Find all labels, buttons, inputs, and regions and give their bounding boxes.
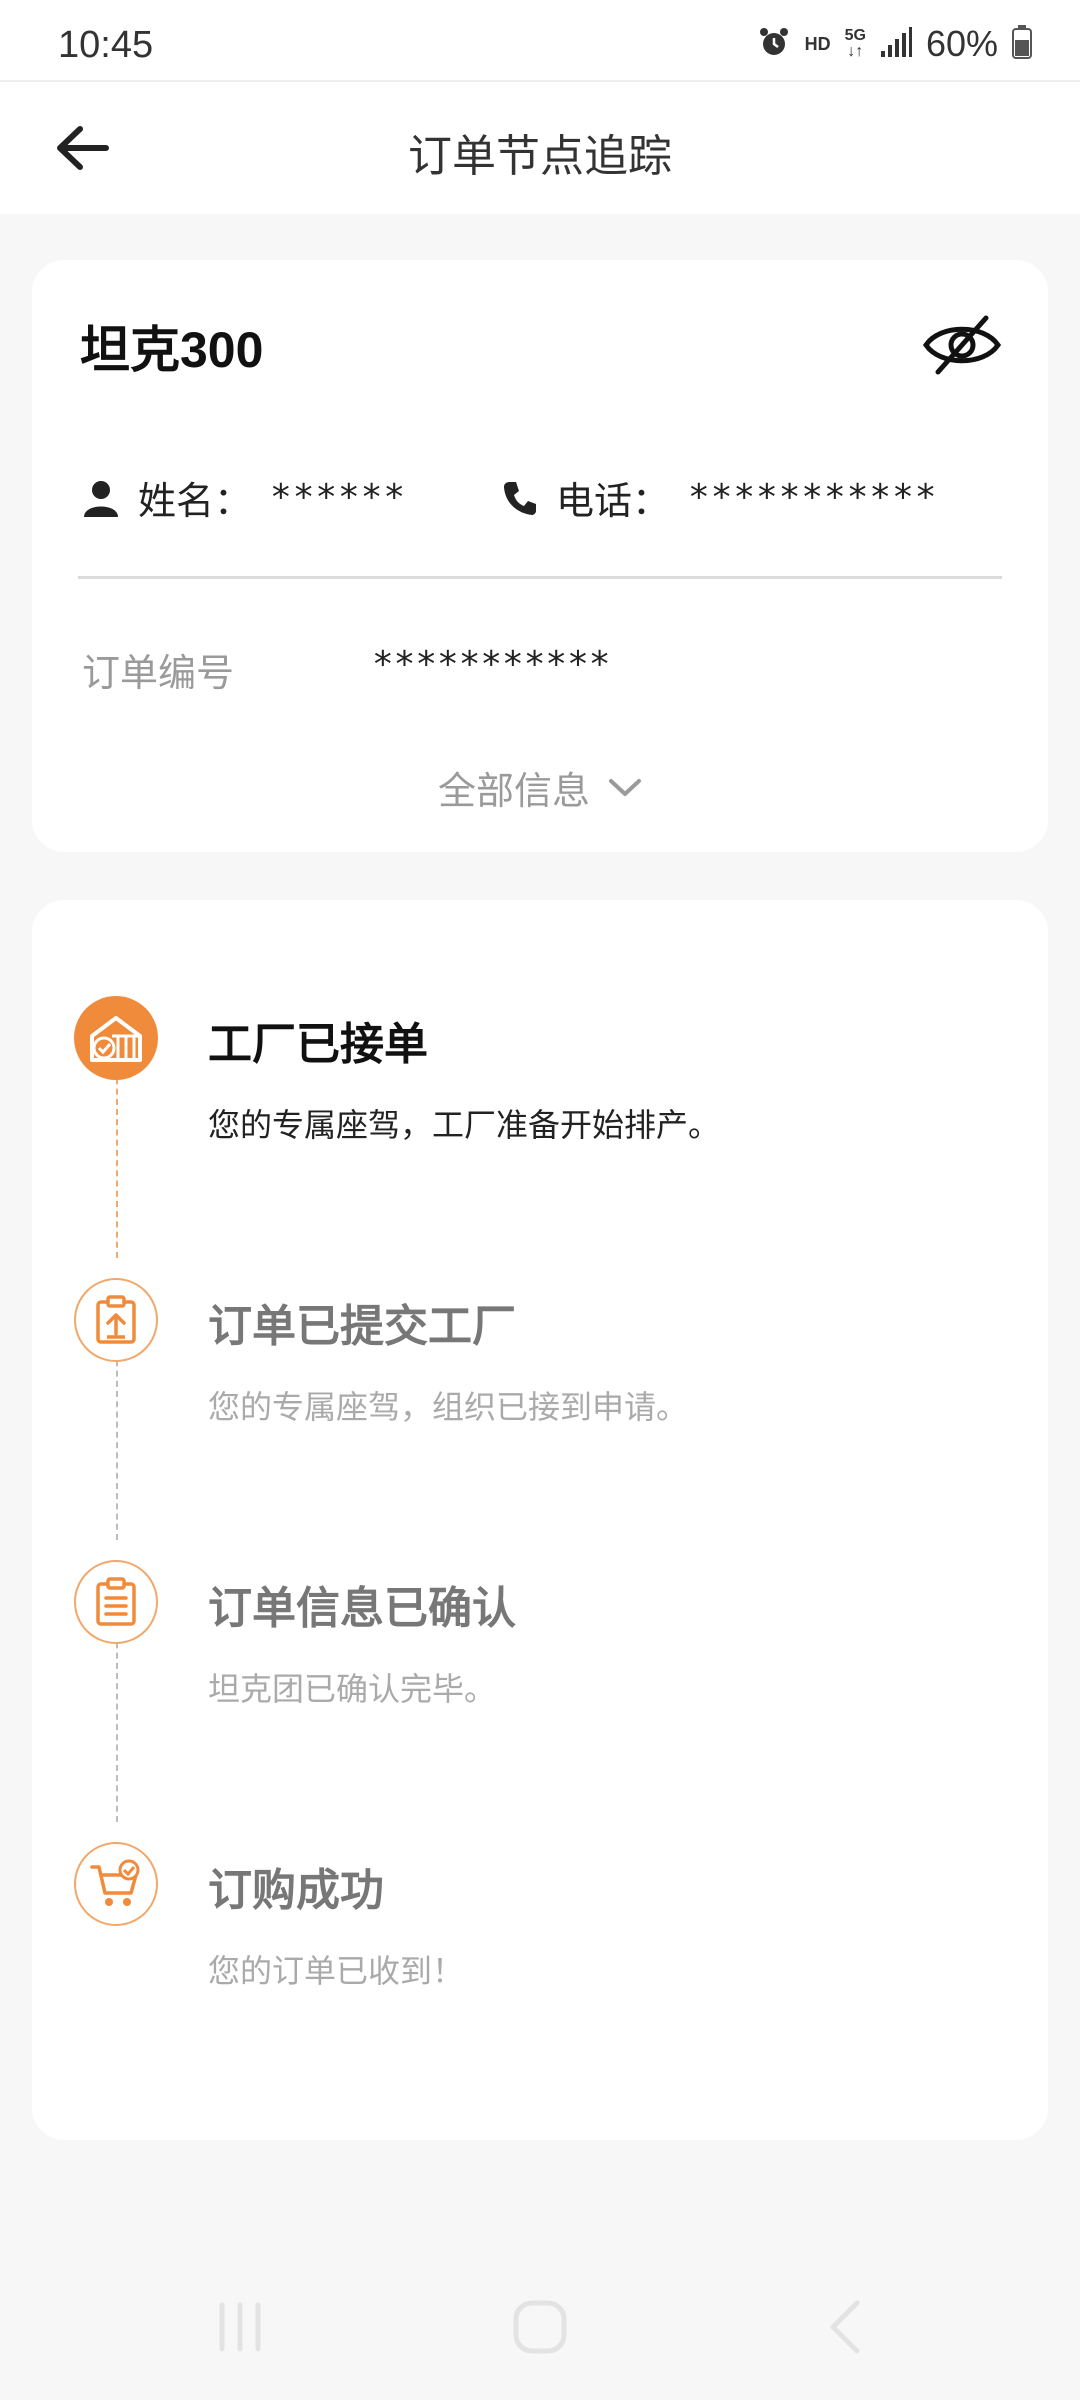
home-button[interactable] [500, 2292, 580, 2362]
home-icon [513, 2300, 567, 2354]
order-timeline-card: 工厂已接单 您的专属座驾，工厂准备开始排产。 订单已提交工厂 您的专属座驾，组织… [32, 900, 1048, 2140]
cart-check-icon [74, 1842, 158, 1926]
person-icon [84, 480, 118, 517]
step-description: 您的专属座驾，组织已接到申请。 [208, 1388, 689, 1426]
step-description: 坦克团已确认完毕。 [208, 1670, 497, 1708]
clipboard-upload-icon [74, 1278, 158, 1362]
show-all-info-label: 全部信息 [437, 769, 590, 813]
chevron-down-icon [609, 778, 641, 796]
status-bar: 10:45 HD 5G ↓↑ 60% [0, 0, 1080, 82]
phone-value: *********** [688, 477, 938, 518]
battery-icon [1012, 24, 1032, 64]
network-indicator: 5G ↓↑ [844, 27, 866, 60]
system-nav-bar [0, 2250, 1080, 2400]
step-description: 您的专属座驾，工厂准备开始排产。 [208, 1106, 721, 1144]
name-value: ****** [270, 477, 407, 518]
step-title: 订单已提交工厂 [208, 1301, 516, 1352]
phone-label: 电话： [556, 479, 671, 523]
app-header: 订单节点追踪 [0, 82, 1080, 214]
network-label: 5G [844, 27, 866, 44]
divider [78, 576, 1002, 579]
step-title: 工厂已接单 [208, 1019, 428, 1070]
contact-row: 姓名： ****** 电话： *********** [82, 470, 1002, 530]
order-info-card: 坦克300 姓名： ****** 电话： *********** 订单编号 **… [32, 260, 1048, 852]
order-number-value: *********** [372, 644, 611, 685]
recent-apps-button[interactable] [200, 2292, 280, 2362]
back-chevron-icon [830, 2300, 860, 2354]
battery-percent: 60% [925, 23, 998, 64]
model-name: 坦克300 [80, 322, 264, 378]
step-title: 订购成功 [208, 1865, 384, 1916]
timeline-step: 订单已提交工厂 您的专属座驾，组织已接到申请。 [32, 1278, 1048, 1478]
factory-check-icon [74, 996, 158, 1080]
toggle-visibility-button[interactable] [920, 312, 1004, 378]
page-title: 订单节点追踪 [408, 131, 672, 182]
status-icons: HD 5G ↓↑ 60% [757, 23, 1032, 64]
step-description: 您的订单已收到！ [208, 1952, 465, 1990]
step-title: 订单信息已确认 [208, 1583, 516, 1634]
status-time: 10:45 [58, 24, 154, 66]
timeline-step: 订购成功 您的订单已收到！ [32, 1842, 1048, 2042]
timeline-step: 订单信息已确认 坦克团已确认完毕。 [32, 1560, 1048, 1760]
hd-indicator: HD [804, 33, 831, 54]
name-label: 姓名： [138, 479, 253, 523]
recent-apps-icon [219, 2302, 261, 2352]
order-number-label: 订单编号 [82, 651, 235, 695]
clipboard-list-icon [74, 1560, 158, 1644]
customer-phone: 电话： *********** [502, 470, 937, 525]
show-all-info-button[interactable]: 全部信息 [32, 760, 1048, 815]
alarm-icon [757, 25, 791, 64]
phone-icon [504, 481, 536, 515]
system-back-button[interactable] [805, 2292, 885, 2362]
signal-icon [880, 26, 912, 62]
customer-name: 姓名： ****** [82, 470, 406, 525]
eye-off-icon [922, 315, 1002, 375]
timeline-step: 工厂已接单 您的专属座驾，工厂准备开始排产。 [32, 996, 1048, 1196]
